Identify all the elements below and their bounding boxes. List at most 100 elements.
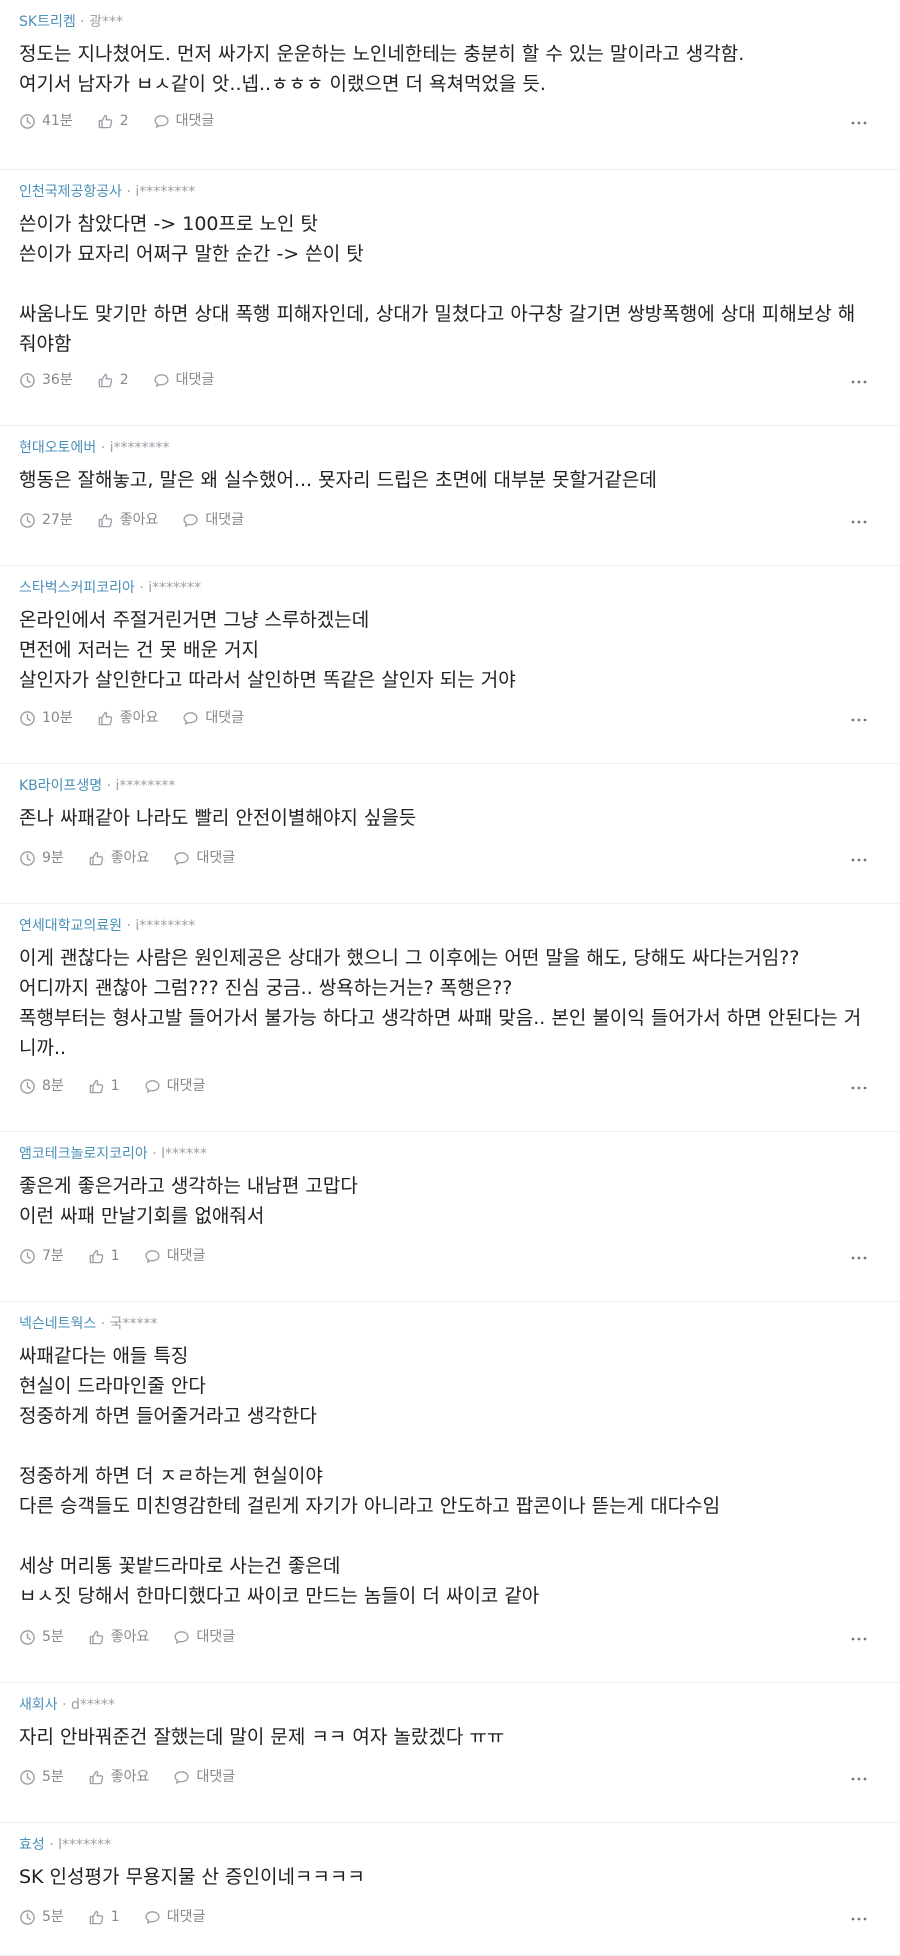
like-label: 1 — [110, 1248, 120, 1264]
like-label: 좋아요 — [119, 710, 159, 726]
more-options-button[interactable] — [848, 709, 870, 731]
comment-text-line: 이게 괜찮다는 사람은 원인제공은 상대가 했으니 그 이후에는 어떤 말을 해… — [19, 947, 800, 969]
like-button[interactable]: 2 — [97, 369, 129, 391]
meta-separator: · — [100, 440, 110, 456]
more-options-icon — [851, 1256, 867, 1260]
thumbs-up-icon — [89, 1770, 104, 1784]
clock-icon — [20, 1248, 35, 1264]
reply-button[interactable]: 대댓글 — [144, 1906, 205, 1928]
more-options-button[interactable] — [848, 511, 870, 533]
more-options-button[interactable] — [848, 371, 870, 393]
reply-button[interactable]: 대댓글 — [153, 110, 214, 132]
user-id: i******** — [109, 440, 170, 456]
speech-bubble-icon — [183, 513, 198, 527]
like-button[interactable]: 좋아요 — [97, 509, 158, 531]
more-options-icon — [851, 121, 867, 125]
comment-actions: 5분 1 대댓글 — [19, 1906, 229, 1928]
clock-icon — [20, 1629, 35, 1645]
like-button[interactable]: 좋아요 — [88, 1626, 149, 1648]
comment-body: 이게 괜찮다는 사람은 원인제공은 상대가 했으니 그 이후에는 어떤 말을 해… — [19, 943, 879, 1063]
comment-text-line: 정도는 지나쳤어도. 먼저 싸가지 운운하는 노인네한테는 충분히 할 수 있는… — [19, 43, 745, 65]
like-button[interactable]: 1 — [88, 1906, 120, 1928]
like-label: 1 — [110, 1078, 120, 1094]
user-id: i******** — [115, 778, 176, 794]
more-options-button[interactable] — [848, 849, 870, 871]
more-options-button[interactable] — [848, 1768, 870, 1790]
comment-actions: 36분 2 대댓글 — [19, 369, 238, 391]
comment-author: 현대오토에버 · i******** — [19, 439, 170, 457]
like-label: 2 — [119, 113, 129, 129]
more-options-button[interactable] — [848, 1908, 870, 1930]
more-options-button[interactable] — [848, 112, 870, 134]
comment-body: 좋은게 좋은거라고 생각하는 내남편 고맙다 이런 싸패 만날기회를 없애줘서 — [19, 1171, 879, 1231]
more-options-icon — [851, 1637, 867, 1641]
comment-text-line: 어디까지 괜찮아 그럼??? 진심 궁금.. 쌍욕하는거는? 폭행은?? — [19, 977, 513, 999]
thumbs-up-icon — [98, 114, 112, 128]
company-name[interactable]: SK트리켐 — [19, 14, 76, 30]
user-id: i******** — [135, 184, 196, 200]
like-button[interactable]: 좋아요 — [88, 847, 149, 869]
company-name[interactable]: 새회사 — [19, 1697, 58, 1713]
company-name[interactable]: KB라이프생명 — [19, 778, 102, 794]
comment-actions: 5분 좋아요 대댓글 — [19, 1766, 259, 1788]
like-button[interactable]: 2 — [97, 110, 129, 132]
speech-bubble-icon — [174, 851, 190, 865]
company-name[interactable]: 연세대학교의료원 — [19, 918, 122, 934]
meta-separator: · — [100, 1316, 110, 1332]
speech-bubble-icon — [183, 711, 198, 725]
comment-actions: 9분 좋아요 대댓글 — [19, 847, 259, 869]
comment-text-line: 폭행부터는 형사고발 들어가서 불가능 하다고 생각하면 싸패 맞음.. 본인 … — [19, 1007, 862, 1029]
comment-text-line: 현실이 드라마인줄 안다 — [19, 1375, 206, 1397]
comment-author: 스타벅스커피코리아 · i******* — [19, 579, 201, 597]
reply-button[interactable]: 대댓글 — [182, 509, 244, 531]
company-name[interactable]: 앰코테크놀로지코리아 — [19, 1146, 148, 1162]
comment-text-line: 존나 싸패같아 나라도 빨리 안전이별해야지 싶을듯 — [19, 807, 417, 829]
timestamp: 8분 — [19, 1075, 64, 1097]
company-name[interactable]: 스타벅스커피코리아 — [19, 580, 135, 596]
clock-icon — [20, 1909, 35, 1925]
comment-item: 효성 · l******* SK 인성평가 무용지물 산 증인이네ㅋㅋㅋㅋ 5분… — [0, 1823, 900, 1956]
reply-button[interactable]: 대댓글 — [173, 1626, 235, 1648]
thumbs-up-icon — [89, 851, 104, 865]
company-name[interactable]: 효성 — [19, 1837, 45, 1853]
comment-body: 존나 싸패같아 나라도 빨리 안전이별해야지 싶을듯 — [19, 803, 879, 833]
company-name[interactable]: 인천국제공항공사 — [19, 184, 122, 200]
reply-button[interactable]: 대댓글 — [173, 847, 235, 869]
speech-bubble-icon — [154, 114, 169, 128]
time-label: 7분 — [42, 1248, 64, 1264]
like-button[interactable]: 좋아요 — [97, 707, 159, 729]
reply-button[interactable]: 대댓글 — [173, 1766, 235, 1788]
comment-text-line: ㅂㅅ짓 당해서 한마디했다고 싸이코 만드는 놈들이 더 싸이코 같아 — [19, 1585, 540, 1607]
company-name[interactable]: 넥슨네트웍스 — [19, 1316, 96, 1332]
clock-icon — [20, 1769, 35, 1785]
speech-bubble-icon — [145, 1249, 160, 1263]
like-button[interactable]: 1 — [88, 1245, 120, 1267]
comment-text-line: 니까.. — [19, 1037, 67, 1059]
reply-button[interactable]: 대댓글 — [144, 1075, 205, 1097]
reply-button[interactable]: 대댓글 — [182, 707, 244, 729]
reply-button[interactable]: 대댓글 — [153, 369, 214, 391]
comment-text-line — [19, 1431, 879, 1461]
comment-item: 현대오토에버 · i******** 행동은 잘해놓고, 말은 왜 실수했어..… — [0, 426, 900, 566]
comment-text-line: 행동은 잘해놓고, 말은 왜 실수했어... 묫자리 드립은 초면에 대부분 못… — [19, 469, 657, 491]
thumbs-up-icon — [89, 1910, 104, 1924]
reply-button[interactable]: 대댓글 — [144, 1245, 206, 1267]
timestamp: 27분 — [19, 509, 73, 531]
meta-separator: · — [139, 580, 149, 596]
more-options-button[interactable] — [848, 1077, 870, 1099]
reply-label: 대댓글 — [166, 1248, 206, 1264]
like-button[interactable]: 1 — [88, 1075, 120, 1097]
speech-bubble-icon — [145, 1910, 160, 1924]
comment-body: 쓴이가 참았다면 -> 100프로 노인 탓 쓴이가 묘자리 어쩌구 말한 순간 … — [19, 209, 879, 359]
more-options-icon — [851, 718, 867, 722]
more-options-button[interactable] — [848, 1628, 870, 1650]
like-button[interactable]: 좋아요 — [88, 1766, 150, 1788]
comment-author: KB라이프생명 · i******** — [19, 777, 175, 795]
timestamp: 41분 — [19, 110, 73, 132]
comment-body: 정도는 지나쳤어도. 먼저 싸가지 운운하는 노인네한테는 충분히 할 수 있는… — [19, 39, 879, 99]
comment-body: 온라인에서 주절거린거면 그냥 스루하겠는데 면전에 저러는 건 못 배운 거지 살… — [19, 605, 879, 695]
company-name[interactable]: 현대오토에버 — [19, 440, 96, 456]
more-options-button[interactable] — [848, 1247, 870, 1269]
like-label: 좋아요 — [110, 1769, 150, 1785]
timestamp: 5분 — [19, 1766, 64, 1788]
